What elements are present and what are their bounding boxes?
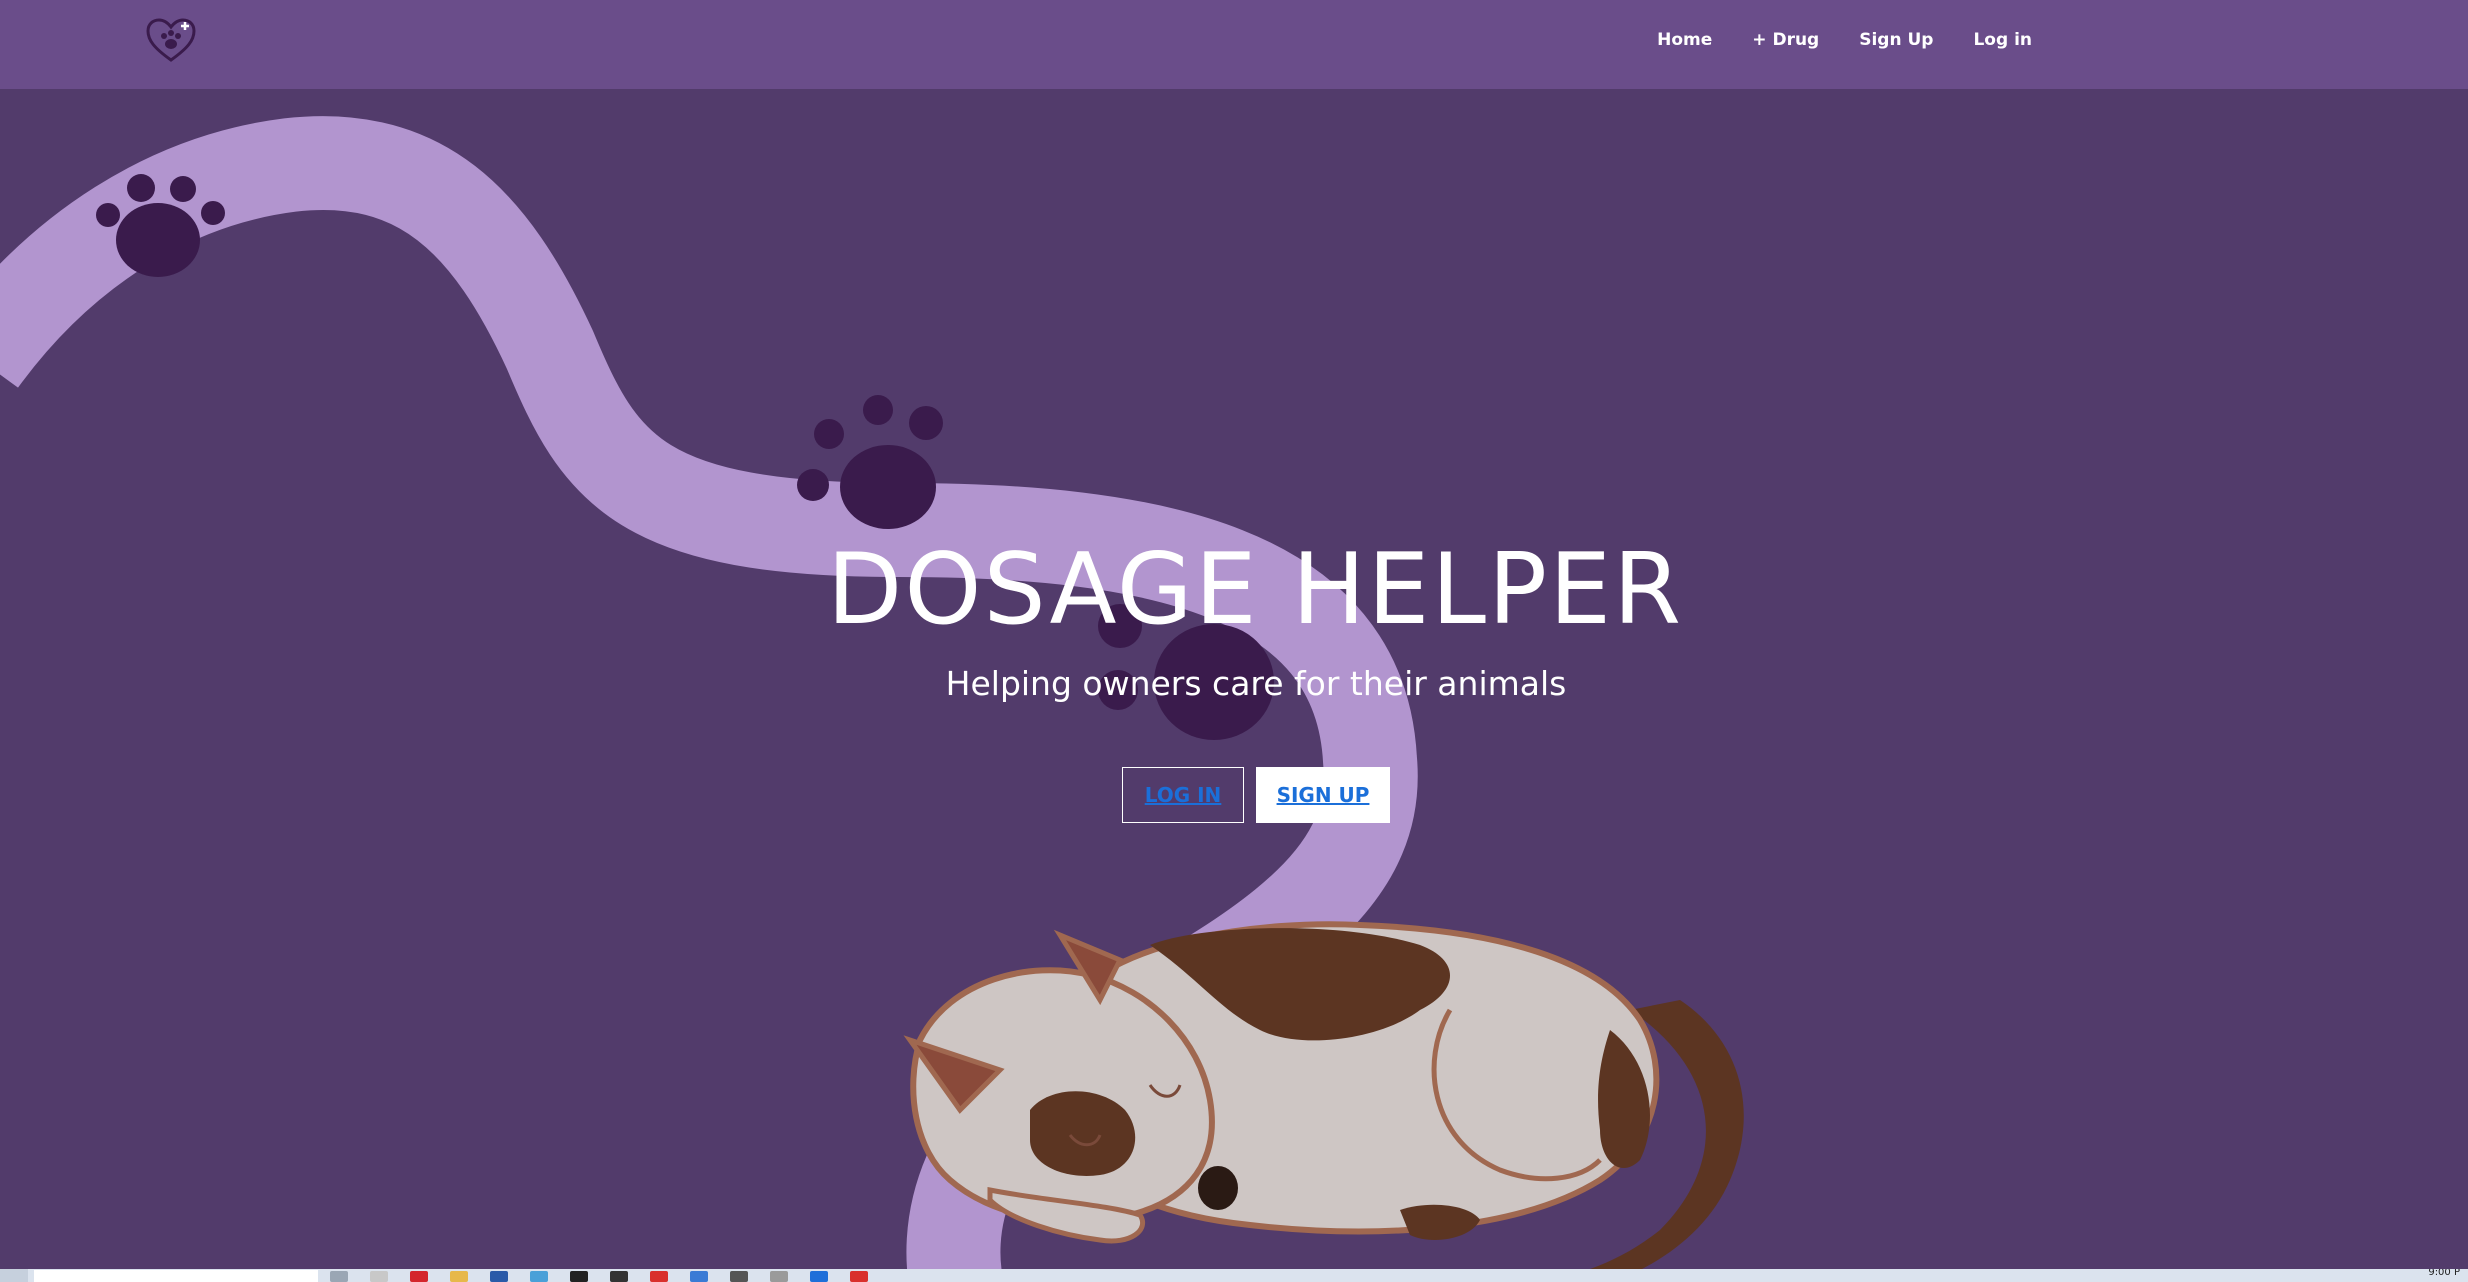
taskbar-clock[interactable]: 9:00 P: [2428, 1269, 2460, 1278]
nav-links: Home + Drug Sign Up Log in: [1657, 0, 2032, 80]
taskbar-app-icon[interactable]: [850, 1271, 868, 1282]
taskbar-app-icon[interactable]: [730, 1271, 748, 1282]
top-navbar: Home + Drug Sign Up Log in: [0, 0, 2468, 89]
hero-subtitle: Helping owners care for their animals: [945, 664, 1567, 703]
hero-title: DOSAGE HELPER: [826, 533, 1684, 647]
page: Home + Drug Sign Up Log in DOSAGE HELPER…: [0, 0, 2468, 1282]
heart-paw-logo-icon[interactable]: [144, 16, 198, 64]
taskbar-search-input[interactable]: [34, 1270, 318, 1282]
hero-sign-up-button[interactable]: SIGN UP: [1256, 767, 1390, 823]
nav-add-drug-link[interactable]: + Drug: [1752, 30, 1819, 50]
taskbar-app-icon[interactable]: [690, 1271, 708, 1282]
nav-log-in-link[interactable]: Log in: [1973, 30, 2032, 50]
taskbar-app-icon[interactable]: [810, 1271, 828, 1282]
hero-log-in-button[interactable]: LOG IN: [1122, 767, 1244, 823]
hero-cta-buttons: LOG IN SIGN UP: [1122, 767, 1390, 823]
taskbar-app-icon[interactable]: [450, 1271, 468, 1282]
taskbar-app-icon[interactable]: [530, 1271, 548, 1282]
taskbar-app-icon[interactable]: [570, 1271, 588, 1282]
start-button[interactable]: [0, 1269, 28, 1282]
os-taskbar: 9:00 P: [0, 1269, 2468, 1282]
taskbar-app-icon[interactable]: [410, 1271, 428, 1282]
taskbar-app-icon[interactable]: [650, 1271, 668, 1282]
taskbar-app-icon[interactable]: [370, 1271, 388, 1282]
nav-home-link[interactable]: Home: [1657, 30, 1712, 50]
sleeping-cat-illustration: [903, 921, 1744, 1269]
taskbar-app-icon[interactable]: [610, 1271, 628, 1282]
taskbar-app-icon[interactable]: [770, 1271, 788, 1282]
nav-sign-up-link[interactable]: Sign Up: [1859, 30, 1933, 50]
taskbar-app-icon[interactable]: [330, 1271, 348, 1282]
taskbar-app-icon[interactable]: [490, 1271, 508, 1282]
taskbar-app-icons: [330, 1271, 868, 1282]
